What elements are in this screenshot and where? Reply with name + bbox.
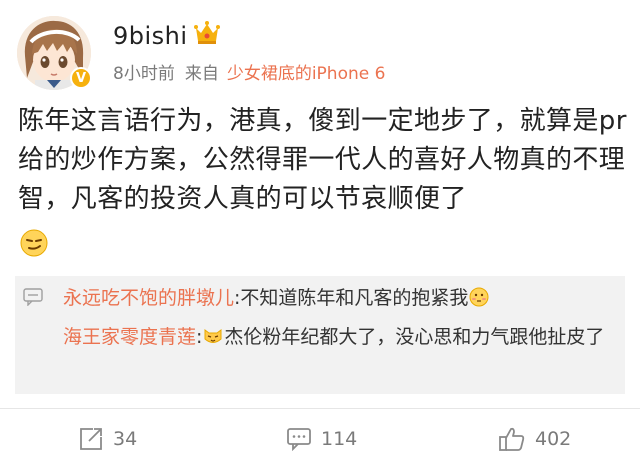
- post-text: 陈年这言语行为，港真，傻到一定地步了，就算是pr给的炒作方案，公然得罪一代人的喜…: [18, 106, 627, 214]
- smirk-face-icon: [20, 229, 48, 257]
- thumbs-up-icon: [499, 427, 525, 451]
- cat-face-icon: [204, 329, 222, 343]
- post-meta: 8小时前 来自 少女裙底的iPhone 6: [113, 59, 385, 84]
- hot-comments: 永远吃不饱的胖墩儿:不知道陈年和凡客的抱紧我 海王家零度青莲: 杰伦粉年纪都大了…: [15, 276, 625, 394]
- like-count: 402: [535, 428, 572, 450]
- comment-item: 永远吃不饱的胖墩儿:不知道陈年和凡客的抱紧我: [63, 285, 490, 311]
- like-button[interactable]: 402: [498, 424, 571, 454]
- comment-count: 114: [321, 428, 358, 450]
- repost-icon: [80, 428, 102, 450]
- weibo-post: V 9bishi 8小时前 来自 少女裙底的iPhone 6 陈年这言语行为，港真，…: [0, 0, 640, 473]
- comment-button[interactable]: 114: [286, 424, 357, 454]
- username[interactable]: 9bishi: [113, 22, 188, 50]
- post-source[interactable]: 少女裙底的iPhone 6: [227, 64, 386, 84]
- divider: [0, 408, 640, 409]
- comment-text: 不知道陈年和凡客的抱紧我: [240, 287, 469, 309]
- verified-badge: V: [70, 67, 92, 89]
- comment-user[interactable]: 海王家零度青莲: [63, 326, 196, 348]
- comment-icon: [287, 428, 311, 451]
- comment-user[interactable]: 永远吃不饱的胖墩儿: [63, 287, 234, 309]
- repost-button[interactable]: 34: [78, 424, 137, 454]
- crown-icon: [194, 21, 220, 44]
- comment-item: 海王家零度青莲: 杰伦粉年纪都大了，没心思和力气跟他扯皮了: [63, 323, 619, 352]
- repost-count: 34: [113, 428, 138, 450]
- comment-bubble-icon: [23, 288, 43, 306]
- comment-separator: :: [196, 326, 203, 348]
- comment-text: 杰伦粉年纪都大了，没心思和力气跟他扯皮了: [224, 326, 605, 348]
- source-prefix: 来自: [184, 64, 219, 84]
- embarrassed-face-icon: [469, 287, 489, 307]
- post-time: 8小时前: [113, 64, 175, 84]
